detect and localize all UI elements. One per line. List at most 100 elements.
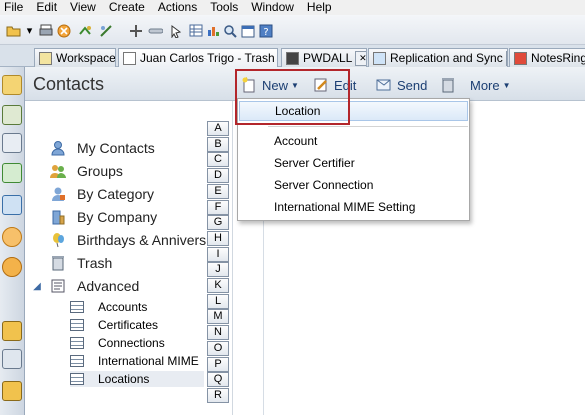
- letter-o[interactable]: O: [207, 340, 229, 356]
- nav-groups[interactable]: Groups: [49, 161, 123, 181]
- print-icon[interactable]: [38, 23, 53, 38]
- calendar-icon[interactable]: [240, 23, 255, 38]
- letter-b[interactable]: B: [207, 136, 229, 152]
- nav-label: Accounts: [98, 300, 148, 314]
- tab-notesring[interactable]: NotesRing.: [509, 48, 585, 67]
- close-icon[interactable]: ✕: [505, 50, 507, 66]
- nav-label: By Category: [77, 186, 155, 202]
- edit-button[interactable]: Edit: [313, 76, 356, 94]
- tab-label: Juan Carlos Trigo - Trash: [140, 51, 275, 65]
- letter-d[interactable]: D: [207, 168, 229, 184]
- connect-icon[interactable]: [98, 23, 113, 38]
- replication-icon[interactable]: [2, 195, 22, 215]
- pointer-icon[interactable]: [168, 23, 183, 38]
- toolbar: ▾ ?: [0, 15, 585, 45]
- nav-advanced[interactable]: ◢ Advanced: [31, 276, 139, 296]
- workspace-icon: [39, 51, 52, 65]
- workspace-icon[interactable]: [2, 349, 22, 369]
- link-icon[interactable]: [148, 23, 163, 38]
- nav-by-company[interactable]: By Company: [49, 207, 157, 227]
- delete-button[interactable]: [440, 76, 461, 94]
- contacts-icon[interactable]: [2, 133, 22, 153]
- menu-file[interactable]: File: [0, 1, 30, 14]
- letter-c[interactable]: C: [207, 152, 229, 168]
- nav-label: My Contacts: [77, 140, 155, 156]
- menu-edit[interactable]: Edit: [30, 1, 64, 14]
- nav-trash[interactable]: Trash: [49, 253, 112, 273]
- search-icon[interactable]: [222, 23, 237, 38]
- trash-icon: [49, 254, 67, 272]
- close-icon[interactable]: ✕: [355, 50, 366, 66]
- letter-g[interactable]: G: [207, 215, 229, 231]
- menu-bar: File Edit View Create Actions Tools Wind…: [0, 0, 585, 15]
- more-button[interactable]: More ▼: [470, 76, 511, 94]
- menu-help[interactable]: Help: [301, 1, 339, 14]
- database-icon: [286, 51, 299, 65]
- letter-f[interactable]: F: [207, 199, 229, 215]
- new-button[interactable]: New ▼: [241, 76, 299, 94]
- folder-icon[interactable]: [2, 381, 22, 401]
- open-folder-icon[interactable]: [6, 23, 21, 38]
- menu-item-location[interactable]: Location: [239, 101, 468, 121]
- mail-icon[interactable]: [2, 75, 22, 95]
- dropdown-arrow-icon[interactable]: ▾: [22, 23, 37, 38]
- move-icon[interactable]: [128, 23, 143, 38]
- menu-separator: [268, 126, 468, 127]
- chevron-down-icon: ▼: [291, 80, 299, 90]
- menu-item-server-certifier[interactable]: Server Certifier: [239, 153, 468, 173]
- view-icon: [70, 319, 84, 331]
- letter-p[interactable]: P: [207, 356, 229, 372]
- tools-icon[interactable]: [2, 257, 22, 277]
- letter-k[interactable]: K: [207, 278, 229, 293]
- menu-actions[interactable]: Actions: [152, 1, 204, 14]
- menu-tools[interactable]: Tools: [204, 1, 245, 14]
- tab-workspace[interactable]: Workspace: [34, 48, 116, 67]
- send-button[interactable]: Send: [376, 76, 427, 94]
- nav-locations[interactable]: Locations: [70, 371, 204, 387]
- letter-l[interactable]: L: [207, 293, 229, 309]
- nav-label: By Company: [77, 209, 158, 225]
- letter-m[interactable]: M: [207, 309, 229, 325]
- nav-label: International MIME: [98, 354, 199, 368]
- help-icon[interactable]: ?: [258, 23, 273, 38]
- tab-replication[interactable]: Replication and Sync ✕: [368, 48, 508, 67]
- letter-q[interactable]: Q: [207, 372, 229, 388]
- letter-i[interactable]: I: [207, 246, 229, 262]
- calendar-icon[interactable]: [2, 105, 22, 125]
- menu-item-international-mime[interactable]: International MIME Setting: [239, 197, 468, 217]
- page-title: Contacts: [33, 74, 105, 94]
- letter-j[interactable]: J: [207, 262, 229, 278]
- replicate-icon[interactable]: [78, 23, 93, 38]
- send-icon: [376, 77, 392, 93]
- letter-r[interactable]: R: [207, 387, 229, 403]
- nav-connections[interactable]: Connections: [70, 335, 165, 351]
- notes-icon: [514, 51, 527, 65]
- table-icon[interactable]: [188, 23, 203, 38]
- nav-by-category[interactable]: By Category: [49, 184, 154, 204]
- nav-label: Birthdays & Annivers: [77, 232, 207, 248]
- nav-birthdays[interactable]: Birthdays & Annivers: [49, 230, 206, 250]
- tab-pwdall[interactable]: PWDALL ✕: [281, 48, 367, 67]
- letter-e[interactable]: E: [207, 183, 229, 199]
- view-icon: [70, 337, 84, 349]
- nav-certificates[interactable]: Certificates: [70, 317, 158, 333]
- menu-create[interactable]: Create: [103, 1, 152, 14]
- letter-h[interactable]: H: [207, 230, 229, 246]
- people-icon[interactable]: [2, 227, 22, 247]
- stop-icon[interactable]: [56, 23, 71, 38]
- letter-a[interactable]: A: [207, 121, 229, 136]
- nav-accounts[interactable]: Accounts: [70, 299, 147, 315]
- nav-international-mime[interactable]: International MIME: [70, 353, 199, 369]
- folder-icon[interactable]: [2, 321, 22, 341]
- letter-n[interactable]: N: [207, 325, 229, 341]
- nav-my-contacts[interactable]: My Contacts: [49, 138, 155, 158]
- menu-view[interactable]: View: [64, 1, 103, 14]
- edit-button-label: Edit: [334, 77, 357, 93]
- todo-icon[interactable]: [2, 163, 22, 183]
- chart-icon[interactable]: [205, 23, 220, 38]
- menu-item-server-connection[interactable]: Server Connection: [239, 175, 468, 195]
- menu-window[interactable]: Window: [245, 1, 301, 14]
- view-icon: [70, 355, 84, 367]
- tab-trash[interactable]: Juan Carlos Trigo - Trash ✕: [118, 48, 278, 67]
- menu-item-account[interactable]: Account: [239, 131, 468, 151]
